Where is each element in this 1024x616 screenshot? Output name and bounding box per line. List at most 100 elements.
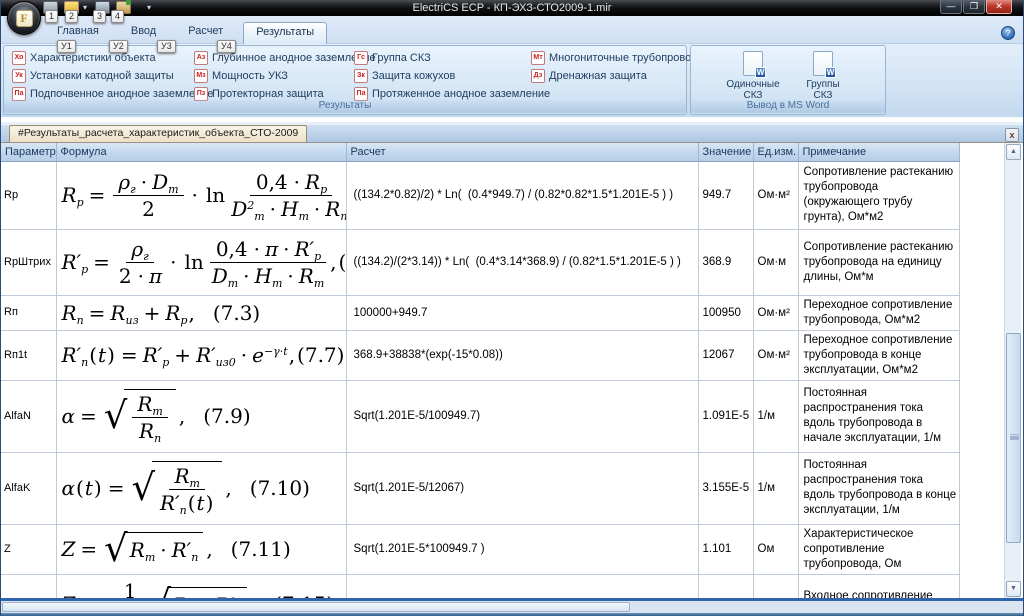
ribbon-tabs: ГлавнаяВводРасчетРезультаты [45, 22, 335, 44]
table-header-row: ПараметрФормулаРасчетЗначениеЕд.изм.Прим… [1, 143, 959, 161]
cell-unit: Ом [753, 574, 798, 598]
table-row: RpШтрих R′p=ρг2·π·ln0,4·π·R′pDт·Hт·Rт,(7… [1, 229, 959, 295]
ribbon-button[interactable]: Аз Глубинное анодное заземление [192, 49, 352, 67]
cell-note: Сопротивление растеканию трубопровода (о… [798, 161, 959, 229]
column-header-3[interactable]: Расчет [346, 143, 698, 161]
ribbon-button[interactable]: Ук Установки катодной защиты [10, 67, 192, 85]
word-badge-icon: W [825, 67, 836, 78]
cell-formula: α=√RтRп,(7.9) [56, 380, 346, 452]
column-header-6[interactable]: Примечание [798, 143, 959, 161]
application-menu-button[interactable]: F [7, 1, 41, 35]
qat-more-icon[interactable]: ▾ [147, 3, 151, 12]
ribbon-button-label: Протяженное анодное заземление [372, 88, 550, 100]
ribbon-button-label: Протекторная защита [212, 88, 324, 100]
cell-unit: Ом·м [753, 229, 798, 295]
cell-note: Характеристическое сопротивление трубопр… [798, 524, 959, 574]
cell-formula: Rp=ρг·Dт2·ln0,4·RpD2т·Hт·Rт,( [56, 161, 346, 229]
formula-image: α(t)=√RтR′п(t),(7.10) [58, 461, 345, 515]
cell-unit: 1/м [753, 380, 798, 452]
tab-4[interactable]: Результаты [243, 22, 327, 44]
ribbon-column-4: Мт Многониточные трубопроводы Дз Дренажн… [529, 49, 688, 103]
scroll-up-icon[interactable]: ▲ [1006, 144, 1021, 160]
help-icon[interactable]: ? [1001, 26, 1015, 40]
tab-1[interactable]: Главная [45, 22, 111, 44]
ribbon-button-label: Мощность УКЗ [212, 70, 288, 82]
scrollbar-corner [1006, 601, 1024, 613]
ribbon-column-1: Хо Характеристики объекта Ук Установки к… [10, 49, 192, 103]
table-row: Rп1t R′п(t)=R′p+R′из0·e−γ·t,(7.7) 368.9+… [1, 330, 959, 380]
cell-calc: 100000+949.7 [346, 295, 698, 330]
cell-unit: Ом·м² [753, 295, 798, 330]
cell-note: Постоянная распространения тока вдоль тр… [798, 380, 959, 452]
ribbon-button[interactable]: Гс Группа СКЗ [352, 49, 529, 67]
cell-calc: Sqrt(1.201E-5/100949.7) [346, 380, 698, 452]
keytip-tab-main: У1 [57, 40, 76, 53]
table-row: AlfaN α=√RтRп,(7.9) Sqrt(1.201E-5/100949… [1, 380, 959, 452]
document-close-icon[interactable]: x [1005, 128, 1019, 142]
column-header-2[interactable]: Формула [56, 143, 346, 161]
ribbon-button-icon: Мз [194, 69, 208, 83]
ribbon-button[interactable]: Зк Защита кожухов [352, 67, 529, 85]
cell-value: 1.091E-5 [698, 380, 753, 452]
cell-calc: (Sqrt(1.201E-5*100949.7))/2 [346, 574, 698, 598]
cell-unit: Ом·м² [753, 161, 798, 229]
cell-param: Rп [1, 295, 56, 330]
cell-note: Сопротивление растеканию трубопровода на… [798, 229, 959, 295]
ribbon-button-label: Характеристики объекта [30, 52, 156, 64]
cell-value: 368.9 [698, 229, 753, 295]
cell-calc: ((134.2*0.82)/2) * Ln( (0.4*949.7) / (0.… [346, 161, 698, 229]
column-header-5[interactable]: Ед.изм. [753, 143, 798, 161]
cell-param: Rп1t [1, 330, 56, 380]
word-document-icon: W [813, 51, 833, 76]
column-header-4[interactable]: Значение [698, 143, 753, 161]
ribbon-button-label: Группа СКЗ [372, 52, 431, 64]
cell-param: Rp [1, 161, 56, 229]
cell-calc: ((134.2)/(2*3.14)) * Ln( (0.4*3.14*368.9… [346, 229, 698, 295]
ribbon-button-icon: Мт [531, 51, 545, 65]
cell-note: Постоянная распространения тока вдоль тр… [798, 452, 959, 524]
cell-formula: Rп=Rиз+Rp,(7.3) [56, 295, 346, 330]
results-grid: ПараметрФормулаРасчетЗначениеЕд.изм.Прим… [1, 143, 1006, 598]
minimize-button[interactable]: — [940, 0, 962, 14]
ribbon-button[interactable]: Мз Мощность УКЗ [192, 67, 352, 85]
word-export-buttons: W ОдиночныеСКЗ W ГруппыСКЗ [691, 46, 885, 102]
diamond-marks-icon [808, 56, 820, 74]
ribbon-button-label: Подпочвенное анодное заземление [30, 88, 213, 100]
restore-button[interactable]: ❐ [963, 0, 985, 14]
vertical-scrollbar-thumb[interactable] [1006, 333, 1021, 543]
horizontal-scrollbar[interactable] [1, 601, 1006, 613]
cell-value: 12067 [698, 330, 753, 380]
cell-note: Переходное сопротивление трубопровода в … [798, 330, 959, 380]
word-document-icon: W [743, 51, 763, 76]
chevron-down-icon[interactable]: ▾ [83, 3, 87, 12]
cell-param: Z [1, 524, 56, 574]
close-button[interactable]: ✕ [986, 0, 1012, 14]
vertical-scrollbar[interactable]: ▲ ▼ [1004, 143, 1021, 598]
ribbon-button[interactable]: Мт Многониточные трубопроводы [529, 49, 688, 67]
word-badge-icon: W [755, 67, 766, 78]
document-tab[interactable]: #Результаты_расчета_характеристик_объект… [9, 125, 307, 142]
ribbon: Хо Характеристики объекта Ук Установки к… [1, 44, 1023, 118]
cell-param: Zвх [1, 574, 56, 598]
formula-image: R′п(t)=R′p+R′из0·e−γ·t,(7.7) [58, 343, 345, 367]
cell-formula: α(t)=√RтR′п(t),(7.10) [56, 452, 346, 524]
ribbon-group-results-buttons: Хо Характеристики объекта Ук Установки к… [4, 46, 686, 103]
word-export-button[interactable]: W ГруппыСКЗ [790, 50, 856, 102]
ribbon-button-icon: Пз [194, 87, 208, 101]
ribbon-button-icon: Па [354, 87, 368, 101]
table-row: Rp Rp=ρг·Dт2·ln0,4·RpD2т·Hт·Rт,( ((134.2… [1, 161, 959, 229]
ribbon-button-icon: Аз [194, 51, 208, 65]
table-row: Rп Rп=Rиз+Rp,(7.3) 100000+949.7 100950 О… [1, 295, 959, 330]
formula-image: Z=√Rт·R′п,(7.11) [58, 532, 345, 565]
ribbon-button[interactable]: Дз Дренажная защита [529, 67, 688, 85]
ribbon-group-results-label: Результаты [4, 100, 686, 113]
app-logo-icon: F [16, 10, 33, 27]
word-export-button[interactable]: W ОдиночныеСКЗ [720, 50, 786, 102]
ribbon-button-label: Защита кожухов [372, 70, 455, 82]
window-controls: — ❐ ✕ [939, 0, 1012, 14]
horizontal-scrollbar-thumb[interactable] [2, 602, 630, 612]
cell-calc: 368.9+38838*(exp(-15*0.08)) [346, 330, 698, 380]
ribbon-button-label: Дренажная защита [549, 70, 647, 82]
scroll-down-icon[interactable]: ▼ [1006, 581, 1021, 597]
column-header-1[interactable]: Параметр [1, 143, 56, 161]
